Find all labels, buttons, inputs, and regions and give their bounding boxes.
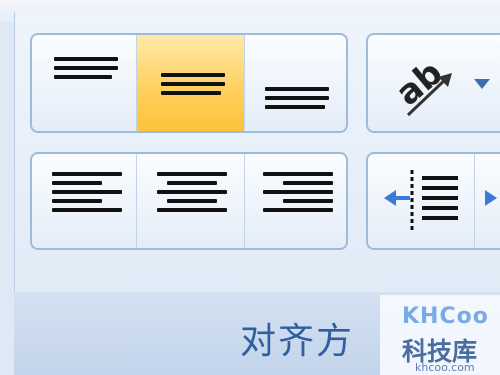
decrease-indent-icon (384, 170, 458, 232)
indent-group (366, 152, 500, 250)
horizontal-align-group (30, 152, 348, 250)
align-left-icon (52, 172, 122, 217)
center-button[interactable] (136, 154, 244, 248)
increase-indent-icon (485, 190, 497, 206)
align-bottom-button[interactable] (244, 35, 346, 131)
align-bottom-icon (265, 87, 329, 114)
text-orientation-button[interactable]: ab (368, 35, 500, 131)
align-middle-button[interactable] (136, 35, 244, 131)
group-label: 对齐方 (240, 321, 355, 362)
watermark-logo: KHCoo (402, 304, 489, 329)
orientation-ab-icon: ab (388, 53, 452, 117)
align-right-button[interactable] (244, 154, 346, 248)
align-right-icon (263, 172, 333, 217)
align-middle-icon (161, 73, 225, 100)
increase-indent-button[interactable] (474, 154, 500, 248)
dropdown-arrow-icon[interactable] (472, 77, 492, 91)
decrease-indent-button[interactable] (368, 154, 474, 248)
align-center-icon (157, 172, 227, 217)
align-top-icon (54, 57, 118, 84)
align-top-button[interactable] (32, 35, 136, 131)
vertical-align-group (30, 33, 348, 133)
align-left-button[interactable] (32, 154, 136, 248)
orientation-group: ab (366, 33, 500, 133)
watermark-url: khcoo.com (415, 361, 475, 374)
